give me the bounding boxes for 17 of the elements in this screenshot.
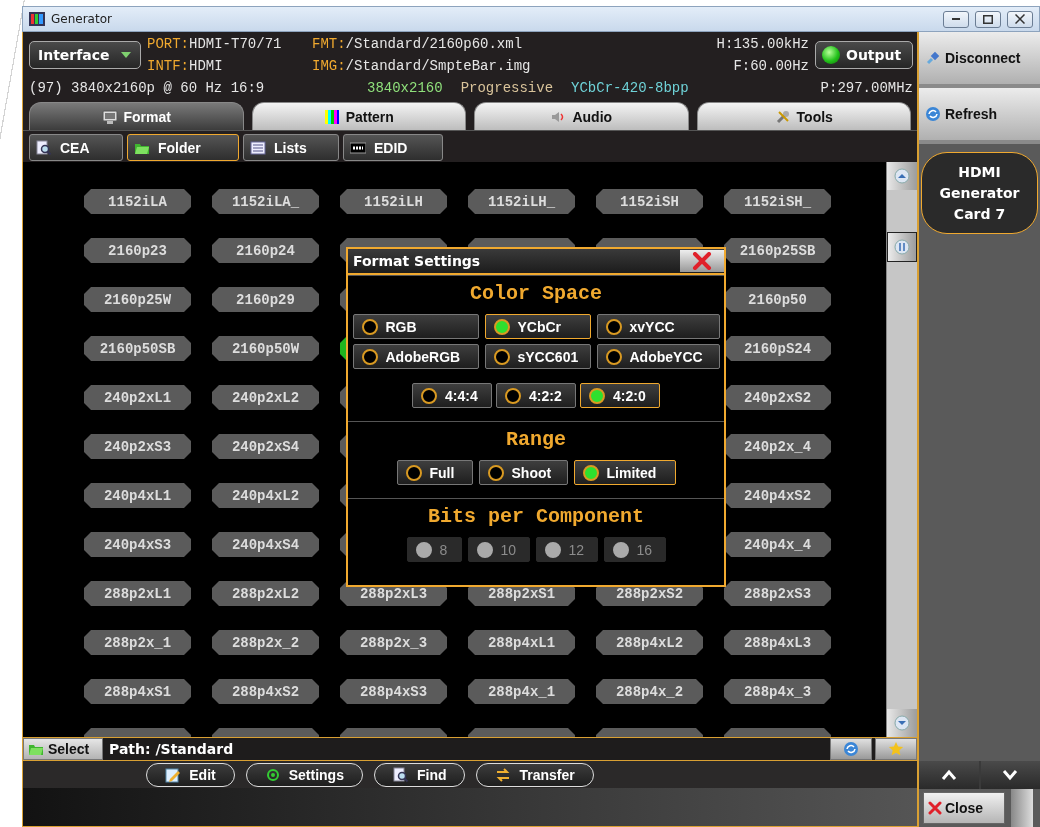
dialog-title: Format Settings [352, 253, 481, 269]
pixel-clock: P:297.00MHz [820, 80, 913, 96]
signal-detail: Progressive [460, 80, 554, 96]
path-label: Path: /Standard [108, 741, 235, 757]
frequency-reading: F:60.00Hz [732, 57, 810, 76]
frequency-reading: H:135.00kHz [716, 35, 810, 54]
section-heading: Range [506, 428, 566, 451]
info-field: FMT:/Standard/2160p60.xml [312, 33, 717, 55]
signal-detail: YCbCr-420-8bpp [571, 80, 689, 96]
window-title: Generator [51, 12, 113, 26]
section-heading: Color Space [470, 282, 602, 305]
signal-detail: 3840x2160 [367, 80, 443, 96]
section-heading: Bits per Component [427, 505, 644, 528]
signal-summary: (97) 3840x2160p @ 60 Hz 16:9 [29, 80, 266, 96]
info-field: IMG:/Standard/SmpteBar.img [312, 55, 717, 77]
info-field: PORT:HDMI-T70/71 [147, 33, 312, 55]
info-field: INTF:HDMI [147, 55, 312, 77]
